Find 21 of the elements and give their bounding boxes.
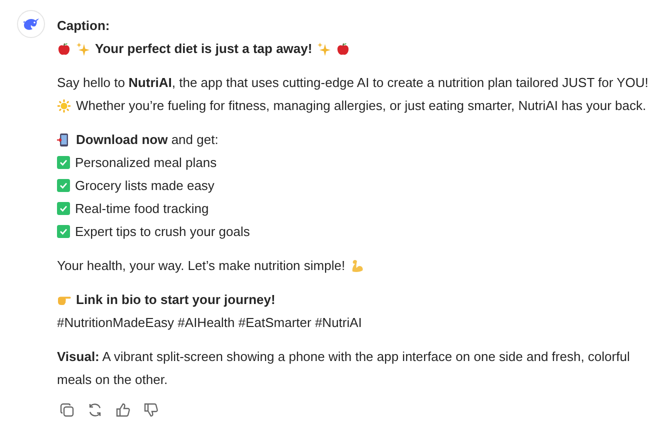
whale-logo-icon bbox=[17, 10, 45, 38]
visual-description: Visual: A vibrant split-screen showing a phone with the app interface on one side and fresh, colorful meals on the other. bbox=[57, 349, 630, 387]
sparkle-icon bbox=[76, 42, 90, 56]
call-to-action: Link in bio to start your journey! bbox=[76, 291, 276, 309]
flexed-arm-icon bbox=[350, 258, 364, 272]
apple-icon bbox=[336, 42, 350, 56]
intro-text: Say hello to NutriAI, the app that uses cutting-edge AI to create a nutrition plan tailored JUST for YOU! bbox=[57, 74, 648, 92]
feature-item: Real-time food tracking bbox=[75, 200, 209, 218]
download-text: Download now and get: bbox=[76, 131, 218, 149]
hashtags: #NutritionMadeEasy #AIHealth #EatSmarter #NutriAI bbox=[57, 314, 362, 332]
caption-title: Your perfect diet is just a tap away! bbox=[95, 40, 312, 58]
closing-text: Your health, your way. Let’s make nutrition simple! bbox=[57, 257, 346, 275]
sparkle-icon bbox=[317, 42, 332, 56]
intro-text: Whether you’re fueling for fitness, managing allergies, or just eating smarter, NutriAI has your back. bbox=[76, 97, 646, 115]
feature-item: Personalized meal plans bbox=[75, 154, 217, 172]
sun-icon bbox=[57, 98, 71, 112]
feature-item: Expert tips to crush your goals bbox=[75, 223, 250, 241]
apple-icon bbox=[57, 42, 71, 56]
phone-icon bbox=[57, 132, 71, 146]
feature-item: Grocery lists made easy bbox=[75, 177, 214, 195]
section-heading: Caption: bbox=[57, 17, 110, 35]
